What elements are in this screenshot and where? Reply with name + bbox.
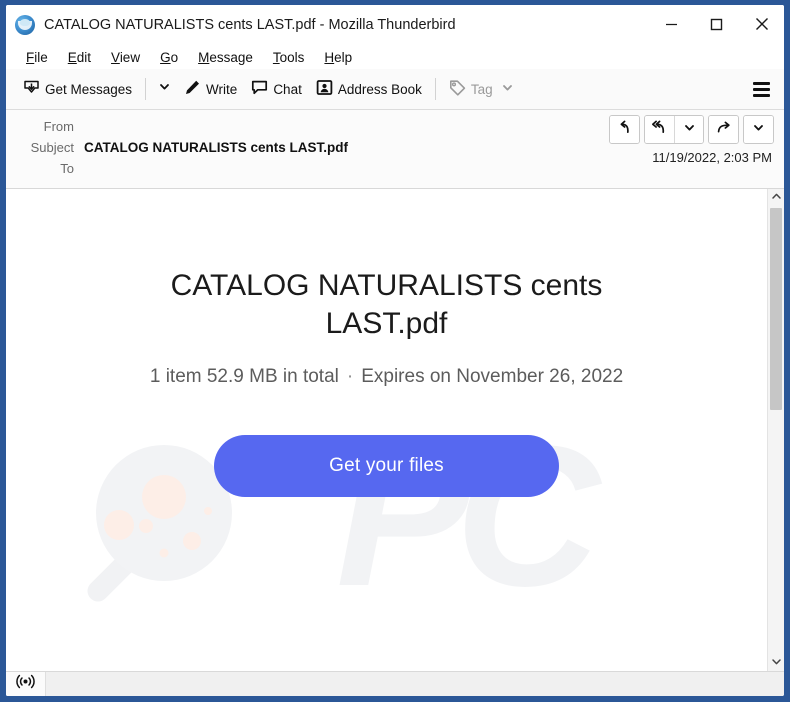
cta-wrapper: Get your files [6,434,767,497]
scroll-down-button[interactable] [768,654,784,671]
window-title: CATALOG NATURALISTS cents LAST.pdf - Moz… [44,17,456,33]
chevron-down-icon [683,121,696,139]
toolbar-divider-2 [434,78,436,100]
reply-group [609,115,640,144]
menu-item-file[interactable]: File [16,48,58,67]
write-button[interactable]: Write [177,74,244,104]
subject-label: Subject [30,140,74,155]
status-icon-cell[interactable] [6,672,46,696]
message-header: From Subject CATALOG NATURALISTS cents L… [6,110,784,189]
inbox-download-icon [23,79,40,99]
contact-card-icon [316,79,333,99]
tag-button[interactable]: Tag [442,74,521,104]
more-actions-group [743,115,774,144]
reply-all-dropdown[interactable] [674,116,703,143]
address-book-button[interactable]: Address Book [309,74,429,104]
get-your-files-button[interactable]: Get your files [214,434,559,497]
reply-button[interactable] [610,116,639,143]
from-label: From [43,119,74,134]
chat-label: Chat [273,81,302,97]
toolbar-divider-1 [145,78,147,100]
maximize-button[interactable] [694,5,739,43]
address-book-label: Address Book [337,81,422,97]
reply-arrow-icon [617,119,633,140]
reply-all-button[interactable] [645,116,674,143]
forward-button[interactable] [709,116,738,143]
file-meta-line: 1 item 52.9 MB in total · Expires on Novem… [6,366,767,388]
reply-all-arrow-icon [651,119,668,140]
window-controls [649,5,784,43]
chevron-down-icon [501,81,514,97]
tag-label: Tag [470,81,493,97]
title-bar: CATALOG NATURALISTS cents LAST.pdf - Moz… [6,5,784,45]
broadcast-signal-icon [16,674,35,694]
menu-item-edit[interactable]: Edit [58,48,101,67]
reply-all-group [644,115,704,144]
menu-item-message[interactable]: Message [188,48,263,67]
subject-value: CATALOG NATURALISTS cents LAST.pdf [84,140,348,155]
window-frame: CATALOG NATURALISTS cents LAST.pdf - Moz… [0,0,790,702]
tag-icon [449,79,466,99]
menu-item-go[interactable]: Go [150,48,188,67]
chevron-up-icon [771,189,782,207]
get-messages-label: Get Messages [45,81,133,97]
minimize-button[interactable] [649,5,694,43]
speech-bubble-icon [251,79,268,99]
message-body-area: PC risk.com CATALOG NATURALISTS cents LA… [6,189,784,671]
thunderbird-icon [15,15,35,35]
expiry-text: Expires on November 26, 2022 [361,365,624,387]
chat-button[interactable]: Chat [244,74,309,104]
close-button[interactable] [739,5,784,43]
chevron-down-icon [771,654,782,672]
mail-content: CATALOG NATURALISTS cents LAST.pdf 1 ite… [6,189,767,497]
scrollbar-thumb[interactable] [770,208,782,410]
status-bar [6,671,784,696]
to-label: To [60,161,74,176]
item-count-size: 1 item 52.9 MB in total [149,365,339,387]
forward-arrow-icon [716,119,732,140]
hamburger-menu-icon[interactable] [748,76,774,102]
vertical-scrollbar[interactable] [767,189,784,671]
get-messages-button[interactable]: Get Messages [16,74,139,104]
message-action-buttons [609,115,774,144]
file-title: CATALOG NATURALISTS cents LAST.pdf [170,269,603,341]
window-inner: CATALOG NATURALISTS cents LAST.pdf - Moz… [6,5,784,696]
menu-item-help[interactable]: Help [314,48,362,67]
mail-canvas: PC risk.com CATALOG NATURALISTS cents LA… [6,189,767,671]
meta-separator: · [346,365,354,387]
get-messages-dropdown[interactable] [152,75,177,103]
message-date: 11/19/2022, 2:03 PM [652,150,772,165]
menu-bar: File Edit View Go Message Tools Help [6,45,784,69]
forward-group [708,115,739,144]
write-label: Write [206,81,238,97]
pencil-icon [184,79,201,99]
more-actions-dropdown[interactable] [744,116,773,143]
chevron-down-icon [752,121,765,139]
scroll-up-button[interactable] [768,189,784,206]
scrollbar-track[interactable] [768,206,784,654]
menu-item-tools[interactable]: Tools [263,48,315,67]
chevron-down-icon [158,80,171,98]
main-toolbar: Get Messages Write Chat Address Book Tag [6,69,784,110]
menu-item-view[interactable]: View [101,48,150,67]
